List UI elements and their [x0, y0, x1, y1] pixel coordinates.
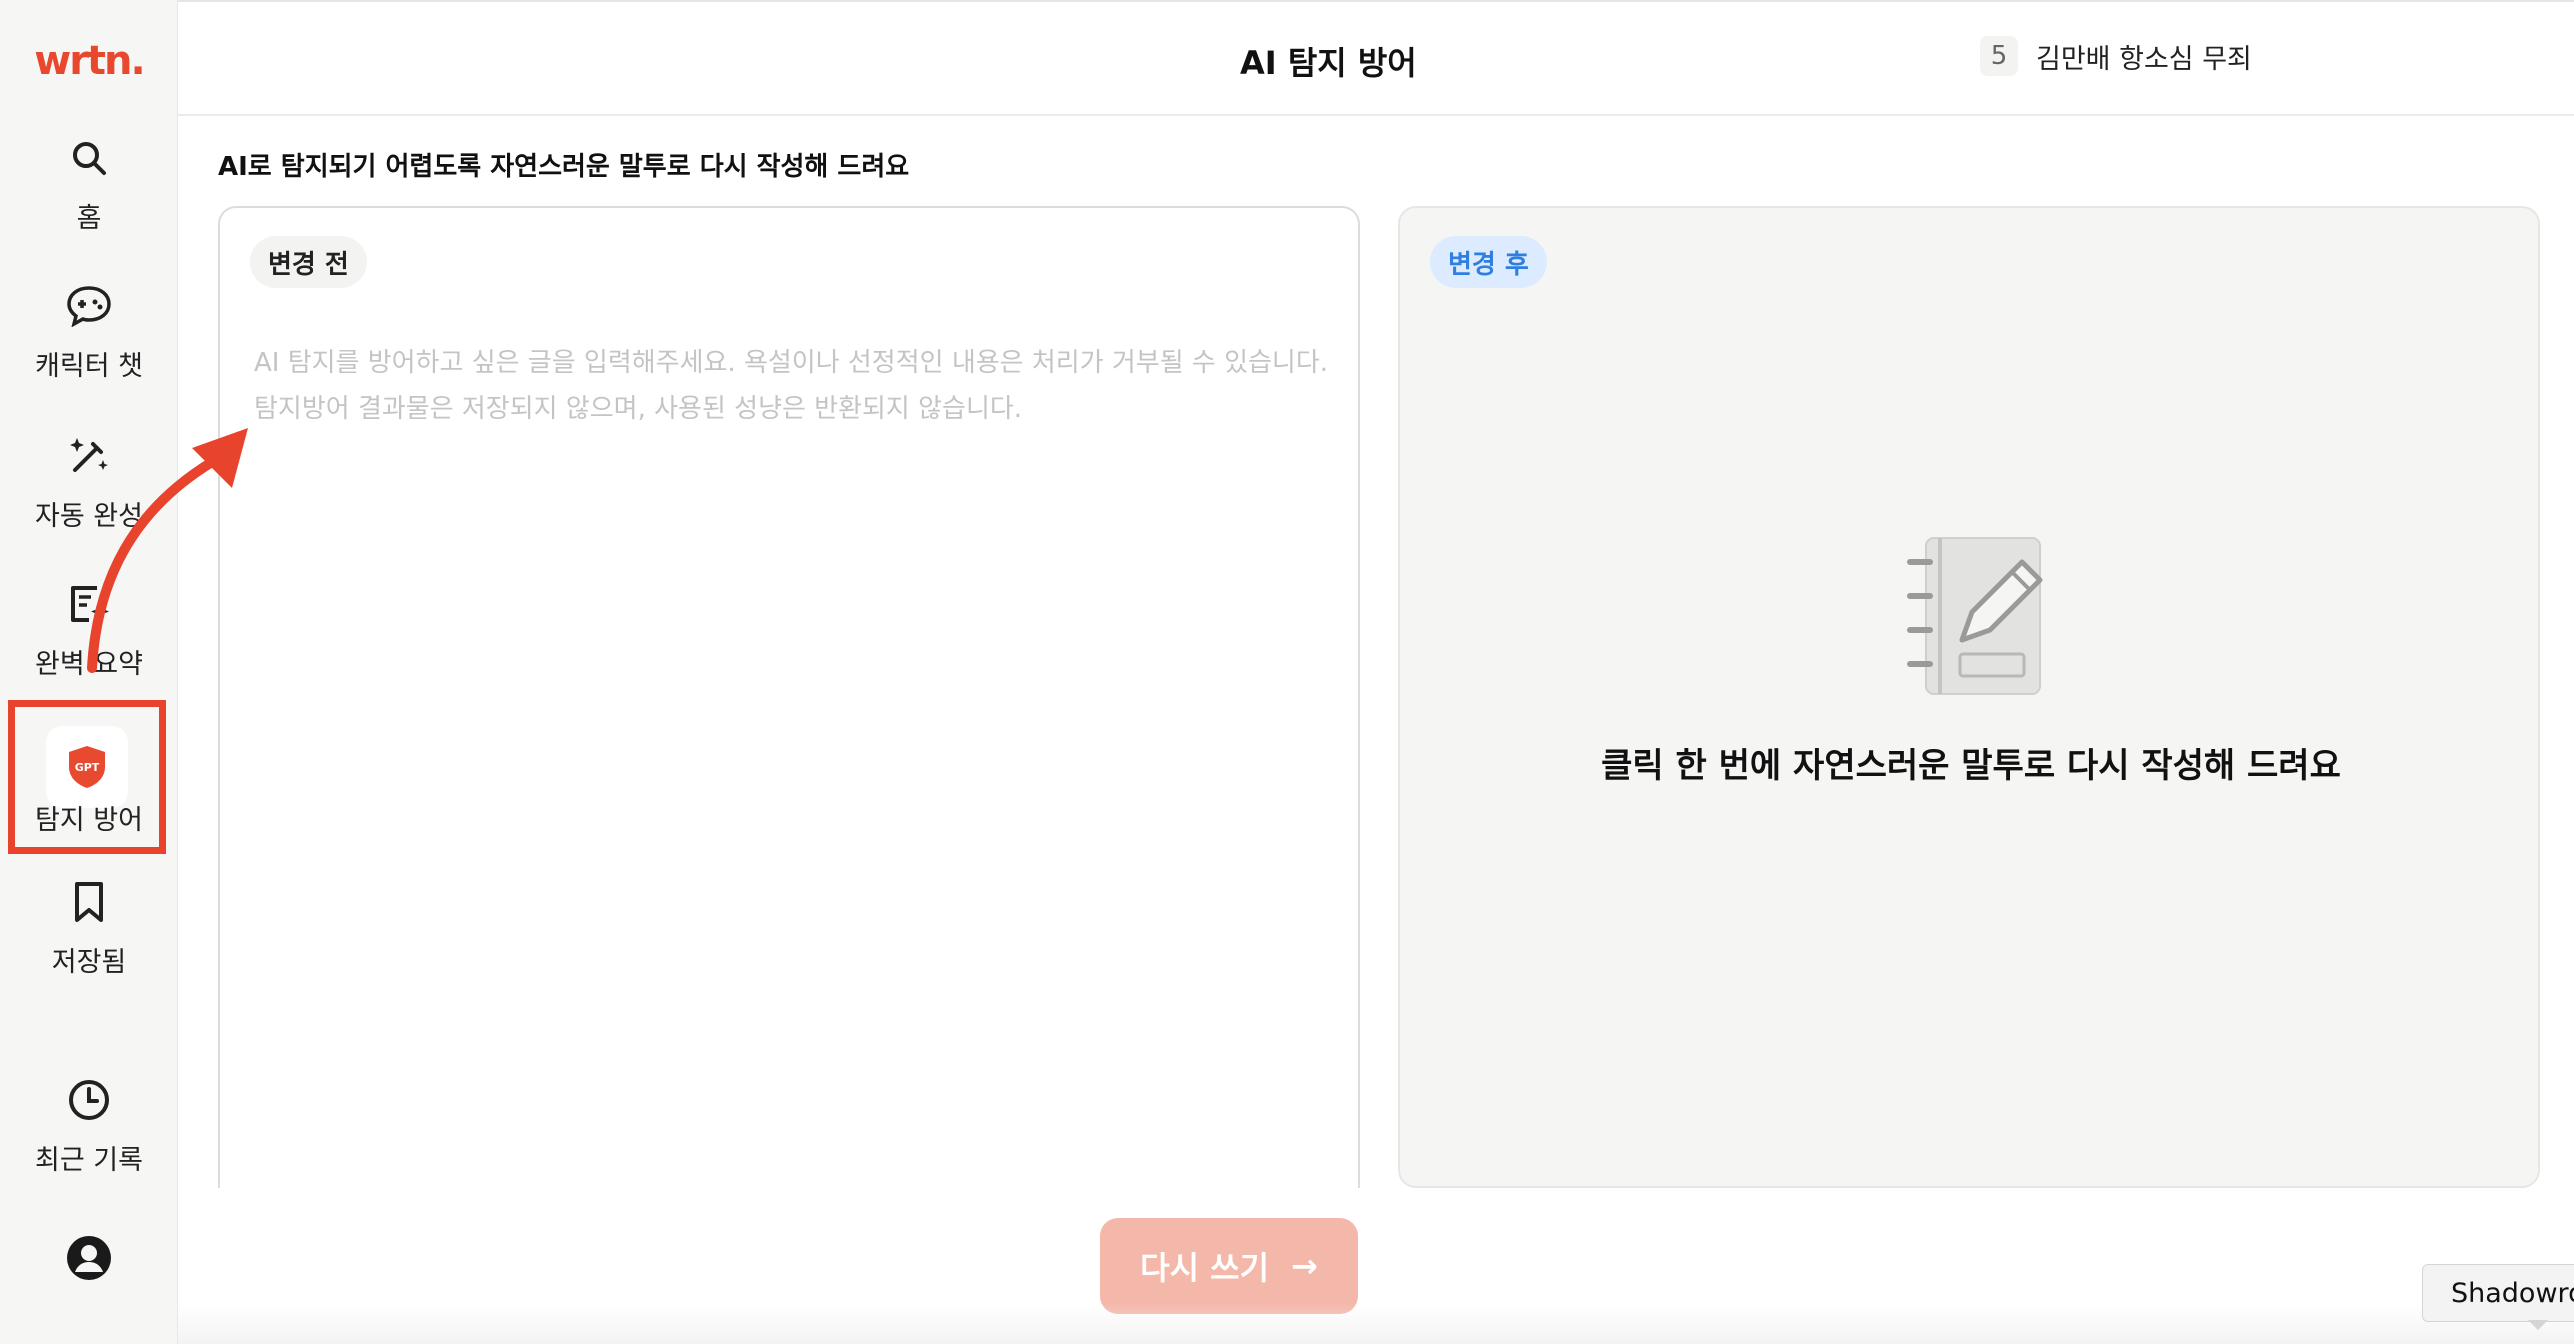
sidebar-item-label: 저장됨 — [51, 947, 127, 978]
queue-number-badge: 5 — [1980, 36, 2018, 76]
sidebar: wrtn. 홈 캐릭터 챗 자동 완성 완벽 요약 GPT 탐지 방어 저장됨 … — [0, 0, 178, 1344]
sidebar-item-recent-history[interactable]: 최근 기록 — [0, 1074, 178, 1214]
notebook-pencil-icon — [1880, 528, 2080, 708]
sidebar-item-character-chat[interactable]: 캐릭터 챗 — [0, 280, 178, 420]
sidebar-item-summary[interactable]: 완벽 요약 — [0, 578, 178, 718]
tooltip: Shadowrd — [2422, 1264, 2574, 1322]
page-title: AI 탐지 방어 — [1240, 44, 1417, 82]
sidebar-item-label: 완벽 요약 — [35, 649, 143, 680]
before-chip: 변경 전 — [250, 236, 367, 288]
queue-item-title: 김만배 항소심 무죄 — [2036, 43, 2252, 75]
sidebar-item-saved[interactable]: 저장됨 — [0, 876, 178, 1016]
sidebar-item-autocomplete[interactable]: 자동 완성 — [0, 430, 178, 570]
sidebar-item-home[interactable]: 홈 — [0, 132, 178, 272]
after-output-panel: 변경 후 클릭 한 번에 자연스러운 말투로 다시 작성해 드려요 — [1398, 206, 2540, 1188]
empty-state-message: 클릭 한 번에 자연스러운 말투로 다시 작성해 드려요 — [1601, 746, 2341, 786]
user-profile-icon — [63, 1232, 115, 1284]
clock-icon — [63, 1074, 115, 1126]
summary-sparkle-icon — [63, 578, 115, 630]
wrtn-logo[interactable]: wrtn. — [32, 36, 146, 86]
sidebar-item-label: 홈 — [76, 203, 102, 234]
header-bar: AI 탐지 방어 5 김만배 항소심 무죄 1↓ — [178, 0, 2574, 116]
placeholder-line: 탐지방어 결과물은 저장되지 않으며, 사용된 성냥은 반환되지 않습니다. — [254, 394, 1023, 424]
bookmark-icon — [63, 876, 115, 928]
rewrite-button[interactable]: 다시 쓰기 → — [1100, 1218, 1358, 1314]
magic-wand-icon — [63, 430, 115, 482]
rewrite-button-label: 다시 쓰기 — [1140, 1249, 1270, 1287]
search-icon — [63, 132, 115, 184]
annotation-highlight-box — [8, 700, 166, 854]
sidebar-item-profile[interactable] — [0, 1232, 178, 1292]
sidebar-item-label: 최근 기록 — [35, 1145, 143, 1176]
sidebar-item-label: 자동 완성 — [35, 501, 143, 532]
arrow-right-icon: → — [1291, 1247, 1318, 1285]
sidebar-item-label: 캐릭터 챗 — [35, 351, 143, 382]
placeholder-line: AI 탐지를 방어하고 싶은 글을 입력해주세요. 욕설이나 선정적인 내용은 … — [254, 348, 1329, 378]
input-placeholder[interactable]: AI 탐지를 방어하고 싶은 글을 입력해주세요. 욕설이나 선정적인 내용은 … — [254, 340, 1334, 432]
page-subtitle: AI로 탐지되기 어렵도록 자연스러운 말투로 다시 작성해 드려요 — [218, 152, 910, 182]
window-bottom-shade — [178, 1304, 2574, 1344]
app-window: wrtn. 홈 캐릭터 챗 자동 완성 완벽 요약 GPT 탐지 방어 저장됨 … — [0, 0, 2574, 1344]
tooltip-tail — [2528, 1320, 2548, 1330]
gamepad-chat-icon — [63, 280, 115, 332]
before-input-panel[interactable]: 변경 전 AI 탐지를 방어하고 싶은 글을 입력해주세요. 욕설이나 선정적인… — [218, 206, 1360, 1188]
queue-indicator[interactable]: 5 김만배 항소심 무죄 — [1980, 36, 2252, 76]
after-chip: 변경 후 — [1430, 236, 1547, 288]
